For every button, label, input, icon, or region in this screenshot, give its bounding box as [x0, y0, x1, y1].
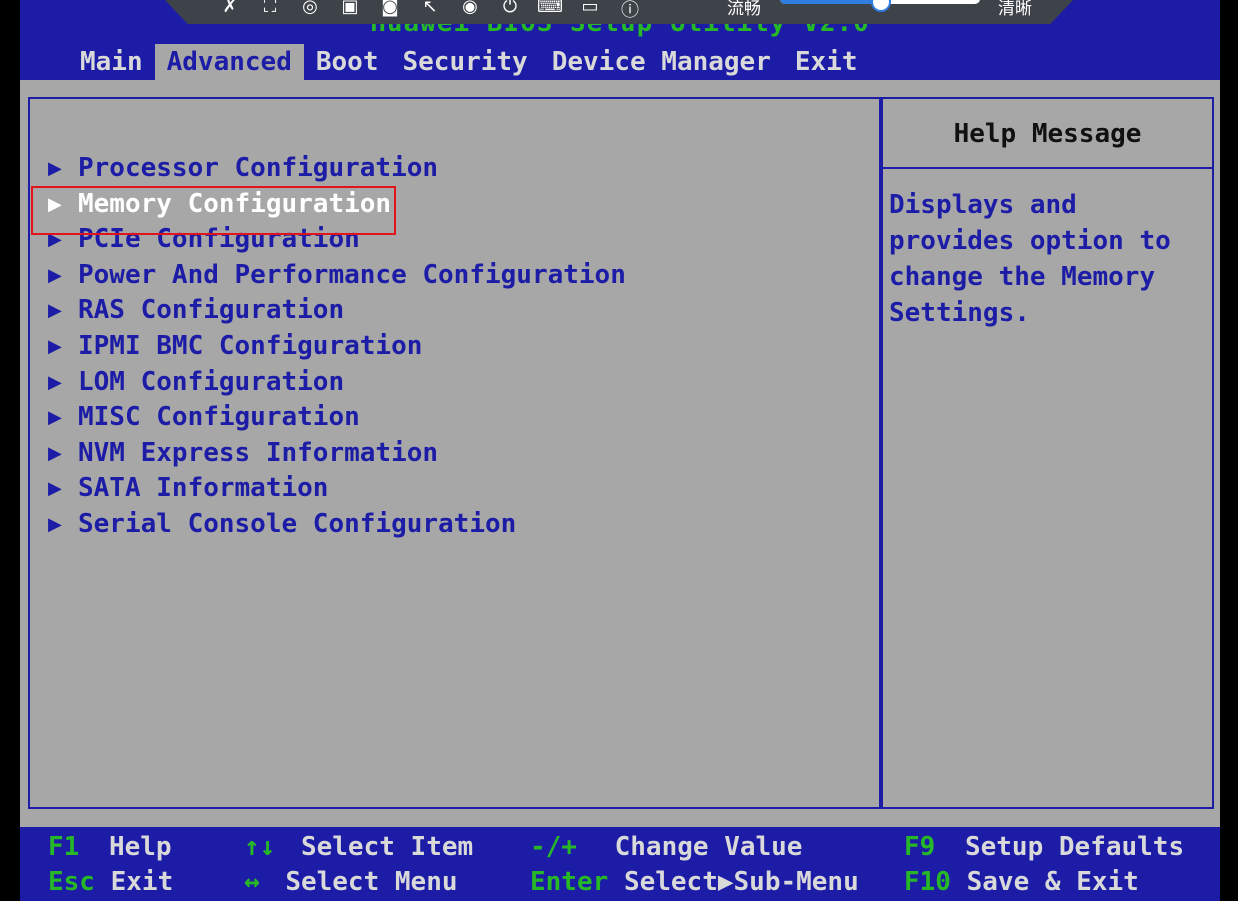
help-line: Settings.	[889, 298, 1030, 328]
legend-select-item: ↑↓ Select Item	[244, 829, 473, 865]
submenu-arrow-icon: ▶	[48, 158, 62, 179]
menu-item-ipmi-bmc-configuration[interactable]: ▶ IPMI BMC Configuration	[48, 329, 626, 365]
remote-console-toolbar: ✗ ⛶ ◎ ▣ ◙ ↖ ◉ ⏻ ⌨ ▭ ⓘ 流畅 清晰	[165, 0, 1073, 24]
key-legend-footer: F1 Help Esc Exit ↑↓ Select Item ↔ Select…	[20, 827, 1220, 901]
legend-f1: F1 Help	[48, 829, 172, 865]
submenu-arrow-icon: ▶	[48, 478, 62, 500]
quality-low-label: 流畅	[727, 0, 761, 19]
tab-advanced[interactable]: Advanced	[154, 44, 304, 80]
submenu-arrow-icon: ▶	[48, 300, 62, 322]
submenu-arrow-icon: ▶	[48, 335, 62, 357]
fullscreen-icon[interactable]: ⛶	[250, 0, 290, 22]
help-line: Displays and	[889, 190, 1077, 220]
legend-select-menu: ↔ Select Menu	[244, 864, 458, 900]
menu-item-serial-console-configuration[interactable]: ▶ Serial Console Configuration	[48, 507, 626, 543]
menu-item-label: LOM Configuration	[78, 366, 345, 397]
legend-esc: Esc Exit	[48, 864, 173, 900]
menu-item-label: RAS Configuration	[78, 295, 345, 326]
menu-item-lom-configuration[interactable]: ▶ LOM Configuration	[48, 365, 626, 401]
key-updown-desc: Select Item	[300, 832, 474, 862]
main-area: ▶ Processor Configuration ▶ Memory Configu…	[20, 80, 1220, 827]
selection-highlight-box	[31, 186, 396, 235]
quality-slider-fill	[780, 0, 880, 4]
key-f10-desc: Save & Exit	[966, 867, 1139, 897]
pin-icon[interactable]: ✗	[210, 0, 250, 22]
key-esc: Esc	[48, 867, 95, 897]
key-f9: F9	[904, 832, 936, 862]
menu-item-processor-configuration[interactable]: ▶ Processor Configuration	[48, 151, 626, 187]
submenu-arrow-icon: ▶	[48, 442, 62, 464]
refresh-icon[interactable]: ◎	[290, 0, 330, 22]
display-icon[interactable]: ▭	[570, 0, 610, 22]
help-panel: Help Message Displays and provides optio…	[881, 97, 1214, 809]
record-icon[interactable]: ◙	[370, 0, 410, 22]
help-line: provides option to	[889, 226, 1171, 256]
help-text: Displays and provides option to change t…	[883, 169, 1212, 331]
tab-main[interactable]: Main	[68, 44, 155, 80]
quality-high-label: 清晰	[998, 0, 1032, 19]
submenu-arrow-icon: ▶	[48, 407, 62, 429]
key-plusminus: -/+	[530, 832, 577, 862]
toolbar-icons: ✗ ⛶ ◎ ▣ ◙ ↖ ◉ ⏻ ⌨ ▭ ⓘ	[210, 0, 650, 22]
tab-device-manager[interactable]: Device Manager	[540, 44, 783, 80]
mouse-icon[interactable]: ↖	[410, 0, 450, 22]
legend-setup-defaults: F9 Setup Defaults	[904, 829, 1184, 865]
key-f10: F10	[904, 867, 951, 897]
menu-tabs: Main Advanced Boot Security Device Manag…	[68, 44, 870, 80]
menu-item-label: NVM Express Information	[78, 437, 439, 468]
menu-item-label: IPMI BMC Configuration	[78, 330, 423, 361]
menu-item-label: Power And Performance Configuration	[78, 259, 626, 290]
menu-item-label: MISC Configuration	[78, 402, 360, 433]
menu-item-label: SATA Information	[78, 473, 329, 504]
legend-save-exit: F10 Save & Exit	[904, 864, 1139, 900]
quality-slider-knob[interactable]	[871, 0, 891, 12]
submenu-arrow-icon: ▶	[48, 264, 62, 286]
menu-item-label: Serial Console Configuration	[78, 508, 517, 539]
key-enter: Enter	[530, 867, 609, 897]
menu-item-misc-configuration[interactable]: ▶ MISC Configuration	[48, 400, 626, 436]
menu-item-ras-configuration[interactable]: ▶ RAS Configuration	[48, 293, 626, 329]
power-icon[interactable]: ⏻	[490, 0, 530, 22]
key-f1-desc: Help	[108, 832, 172, 862]
key-esc-desc: Exit	[110, 867, 174, 897]
tab-security[interactable]: Security	[390, 44, 539, 80]
key-updown: ↑↓	[244, 832, 276, 862]
settings-icon[interactable]: ◉	[450, 0, 490, 22]
tab-boot[interactable]: Boot	[304, 44, 391, 80]
key-plusminus-desc: Change Value	[614, 832, 803, 862]
key-enter-desc: Select▶Sub-Menu	[623, 867, 859, 897]
key-f1: F1	[48, 832, 80, 862]
submenu-arrow-icon: ▶	[48, 371, 62, 393]
legend-select-submenu: Enter Select▶Sub-Menu	[530, 864, 859, 900]
menu-item-sata-information[interactable]: ▶ SATA Information	[48, 471, 626, 507]
menu-item-nvm-express-information[interactable]: ▶ NVM Express Information	[48, 436, 626, 472]
screenshot-icon[interactable]: ▣	[330, 0, 370, 22]
keyboard-icon[interactable]: ⌨	[530, 0, 570, 22]
key-leftright: ↔	[244, 867, 260, 897]
menu-item-power-and-performance-configuration[interactable]: ▶ Power And Performance Configuration	[48, 258, 626, 294]
info-icon[interactable]: ⓘ	[610, 0, 650, 22]
help-title: Help Message	[883, 99, 1212, 169]
legend-change-value: -/+ Change Value	[530, 829, 802, 865]
submenu-arrow-icon: ▶	[48, 513, 62, 535]
tab-exit[interactable]: Exit	[783, 44, 870, 80]
bios-screen: Huawei BIOS Setup Utility V2.0 Main Adva…	[0, 0, 1238, 901]
help-line: change the Memory	[889, 262, 1156, 292]
menu-item-label: Processor Configuration	[78, 153, 439, 183]
key-leftright-desc: Select Menu	[285, 867, 458, 897]
key-f9-desc: Setup Defaults	[964, 832, 1185, 862]
